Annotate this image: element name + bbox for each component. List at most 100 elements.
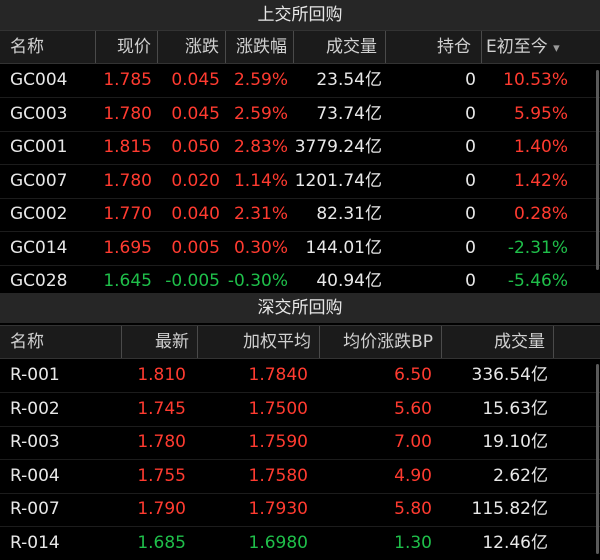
sz-col-weighted-avg[interactable]: 加权平均 xyxy=(198,326,320,358)
volume: 3779.24亿 xyxy=(294,131,382,164)
table-row[interactable]: R-0031.7801.75907.0019.10亿 xyxy=(0,426,600,460)
sz-scrollbar[interactable] xyxy=(596,364,599,554)
sh-col-position[interactable]: 持仓 xyxy=(386,31,482,63)
current-price: 1.785 xyxy=(96,64,152,97)
table-row[interactable]: GC0281.645-0.005-0.30%40.94亿0-5.46% xyxy=(0,265,600,290)
current-price: 1.770 xyxy=(96,198,152,231)
security-code: GC002 xyxy=(10,198,96,231)
position: 0 xyxy=(386,265,476,290)
volume: 2.62亿 xyxy=(442,460,548,493)
sh-table-body[interactable]: GC0041.7850.0452.59%23.54亿010.53%GC0031.… xyxy=(0,64,600,290)
position: 0 xyxy=(386,98,476,131)
weighted-average: 1.6980 xyxy=(198,527,308,560)
current-price: 1.815 xyxy=(96,131,152,164)
sh-col-name[interactable]: 名称 xyxy=(0,31,96,63)
table-row[interactable]: GC0141.6950.0050.30%144.01亿0-2.31% xyxy=(0,232,600,266)
sh-col-change-pct[interactable]: 涨跌幅 xyxy=(226,31,294,63)
security-code: GC014 xyxy=(10,232,96,265)
volume: 19.10亿 xyxy=(442,426,548,459)
ytd-change: 1.42% xyxy=(482,165,568,198)
price-change: 0.045 xyxy=(158,64,220,97)
latest-price: 1.810 xyxy=(122,359,186,392)
table-row[interactable]: GC0041.7850.0452.59%23.54亿010.53% xyxy=(0,64,600,98)
latest-price: 1.790 xyxy=(122,493,186,526)
ytd-change: 1.40% xyxy=(482,131,568,164)
volume: 15.63亿 xyxy=(442,393,548,426)
latest-price: 1.685 xyxy=(122,527,186,560)
price-change: -0.005 xyxy=(158,265,220,290)
table-row[interactable]: GC0021.7700.0402.31%82.31亿00.28% xyxy=(0,198,600,232)
weighted-average: 1.7930 xyxy=(198,493,308,526)
volume: 144.01亿 xyxy=(294,232,382,265)
avg-change-bp: 1.30 xyxy=(320,527,432,560)
volume: 82.31亿 xyxy=(294,198,382,231)
sh-col-change[interactable]: 涨跌 xyxy=(158,31,226,63)
sort-desc-icon: ▾ xyxy=(553,41,560,56)
avg-change-bp: 5.80 xyxy=(320,493,432,526)
latest-price: 1.745 xyxy=(122,393,186,426)
security-code: GC028 xyxy=(10,265,96,290)
security-code: R-001 xyxy=(10,359,120,392)
weighted-average: 1.7840 xyxy=(198,359,308,392)
avg-change-bp: 6.50 xyxy=(320,359,432,392)
latest-price: 1.755 xyxy=(122,460,186,493)
avg-change-bp: 5.60 xyxy=(320,393,432,426)
sh-col-volume[interactable]: 成交量 xyxy=(294,31,386,63)
security-code: R-014 xyxy=(10,527,120,560)
security-code: GC003 xyxy=(10,98,96,131)
sz-table-body[interactable]: R-0011.8101.78406.50336.54亿R-0021.7451.7… xyxy=(0,359,600,560)
current-price: 1.780 xyxy=(96,98,152,131)
table-row[interactable]: GC0011.8150.0502.83%3779.24亿01.40% xyxy=(0,131,600,165)
table-row[interactable]: R-0041.7551.75804.902.62亿 xyxy=(0,460,600,494)
position: 0 xyxy=(386,198,476,231)
price-change: 0.050 xyxy=(158,131,220,164)
security-code: R-007 xyxy=(10,493,120,526)
change-percent: -0.30% xyxy=(226,265,288,290)
sz-col-latest[interactable]: 最新 xyxy=(122,326,198,358)
sz-col-volume[interactable]: 成交量 xyxy=(442,326,554,358)
ytd-change: -5.46% xyxy=(482,265,568,290)
current-price: 1.645 xyxy=(96,265,152,290)
table-row[interactable]: R-0141.685 1.6980 1.30 12.46亿 xyxy=(0,527,600,560)
sz-col-name[interactable]: 名称 xyxy=(0,326,122,358)
weighted-average: 1.7580 xyxy=(198,460,308,493)
security-code: GC004 xyxy=(10,64,96,97)
table-row[interactable]: R-0011.810 1.7840 6.50 336.54亿 xyxy=(0,359,600,393)
volume: 115.82亿 xyxy=(442,493,548,526)
sh-section-title: 上交所回购 xyxy=(0,0,600,30)
table-row[interactable]: R-0021.7451.75005.6015.63亿 xyxy=(0,393,600,427)
table-row[interactable]: R-0071.790 1.7930 5.80 115.82亿 xyxy=(0,493,600,527)
table-row[interactable]: GC0031.7800.0452.59%73.74亿05.95% xyxy=(0,98,600,132)
current-price: 1.780 xyxy=(96,165,152,198)
volume: 40.94亿 xyxy=(294,265,382,290)
table-row[interactable]: GC0071.7800.0201.14%1201.74亿01.42% xyxy=(0,165,600,199)
security-code: R-003 xyxy=(10,426,120,459)
ytd-change: 10.53% xyxy=(482,64,568,97)
ytd-change: 0.28% xyxy=(482,198,568,231)
sz-table-header: 名称 最新 加权平均 均价涨跌BP 成交量 xyxy=(0,325,600,359)
sz-col-bp[interactable]: 均价涨跌BP xyxy=(320,326,442,358)
volume: 336.54亿 xyxy=(442,359,548,392)
sh-table-header: 名称 现价 涨跌 涨跌幅 成交量 持仓 E初至今 ▾ xyxy=(0,30,600,64)
sz-section-title: 深交所回购 xyxy=(0,293,600,323)
sh-col-ytd[interactable]: E初至今 ▾ xyxy=(482,31,600,63)
position: 0 xyxy=(386,165,476,198)
security-code: R-002 xyxy=(10,393,120,426)
avg-change-bp: 4.90 xyxy=(320,460,432,493)
sh-scrollbar[interactable] xyxy=(596,70,599,270)
change-percent: 2.59% xyxy=(226,98,288,131)
sh-col-price[interactable]: 现价 xyxy=(96,31,158,63)
volume: 73.74亿 xyxy=(294,98,382,131)
avg-change-bp: 7.00 xyxy=(320,426,432,459)
volume: 12.46亿 xyxy=(442,527,548,560)
current-price: 1.695 xyxy=(96,232,152,265)
change-percent: 2.83% xyxy=(226,131,288,164)
price-change: 0.020 xyxy=(158,165,220,198)
security-code: GC001 xyxy=(10,131,96,164)
price-change: 0.040 xyxy=(158,198,220,231)
latest-price: 1.780 xyxy=(122,426,186,459)
change-percent: 0.30% xyxy=(226,232,288,265)
change-percent: 2.59% xyxy=(226,64,288,97)
position: 0 xyxy=(386,232,476,265)
security-code: GC007 xyxy=(10,165,96,198)
